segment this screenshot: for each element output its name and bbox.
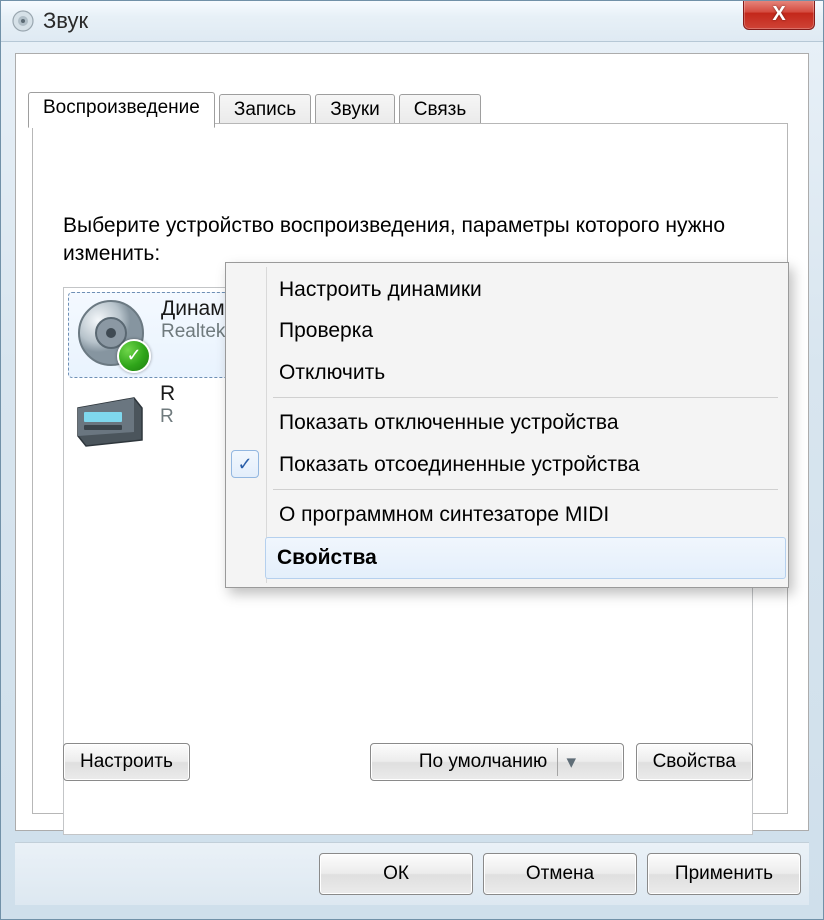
- tab-label: Звуки: [330, 99, 380, 120]
- button-label: Отмена: [526, 863, 594, 885]
- menu-separator: [273, 489, 778, 490]
- menu-label: Проверка: [279, 319, 373, 342]
- device-icon-speaker: ✓: [75, 297, 147, 369]
- sound-settings-window: Звук X Воспроизведение Запись Звуки Связ…: [0, 0, 824, 920]
- speaker-title-icon: [11, 9, 35, 33]
- menu-label: Показать отсоединенные устройства: [279, 453, 640, 476]
- instruction-text: Выберите устройство воспроизведения, пар…: [63, 212, 753, 269]
- tabstrip: Воспроизведение Запись Звуки Связь: [16, 54, 808, 127]
- menu-about-midi[interactable]: О программном синтезаторе MIDI: [267, 494, 784, 535]
- titlebar: Звук X: [1, 1, 823, 42]
- button-label: Настроить: [80, 751, 173, 773]
- tab-playback[interactable]: Воспроизведение: [28, 92, 215, 128]
- close-button[interactable]: X: [743, 0, 815, 30]
- menu-label: Показать отключенные устройства: [279, 411, 619, 434]
- menu-label: О программном синтезаторе MIDI: [279, 503, 609, 526]
- menu-label: Отключить: [279, 361, 385, 384]
- device-context-menu: Настроить динамики Проверка Отключить По…: [225, 262, 789, 588]
- tab-communications[interactable]: Связь: [399, 94, 482, 128]
- menu-disable[interactable]: Отключить: [267, 352, 784, 393]
- close-icon: X: [772, 3, 785, 26]
- button-label: ОК: [383, 863, 409, 885]
- window-title: Звук: [43, 8, 88, 34]
- menu-separator: [273, 397, 778, 398]
- cancel-button[interactable]: Отмена: [483, 853, 637, 895]
- tab-footer-buttons: Настроить По умолчанию ▾ Свойства: [63, 743, 753, 781]
- button-label: Применить: [675, 863, 773, 885]
- configure-button[interactable]: Настроить: [63, 743, 190, 781]
- apply-button[interactable]: Применить: [647, 853, 801, 895]
- properties-button[interactable]: Свойства: [636, 743, 753, 781]
- tab-recording[interactable]: Запись: [219, 94, 311, 128]
- default-device-check-icon: ✓: [117, 339, 151, 373]
- set-default-button[interactable]: По умолчанию ▾: [370, 743, 624, 781]
- menu-label: Свойства: [277, 546, 377, 569]
- ok-button[interactable]: ОК: [319, 853, 473, 895]
- tab-label: Запись: [234, 99, 296, 120]
- dialog-footer: ОК Отмена Применить: [15, 842, 809, 905]
- menu-label: Настроить динамики: [279, 278, 482, 301]
- button-label: Свойства: [653, 751, 736, 773]
- tab-sounds[interactable]: Звуки: [315, 94, 395, 128]
- dropdown-arrow-icon[interactable]: ▾: [557, 748, 584, 776]
- menu-show-disconnected[interactable]: ✓ Показать отсоединенные устройства: [267, 444, 784, 485]
- menu-test[interactable]: Проверка: [267, 310, 784, 351]
- device-icon-receiver: [74, 382, 146, 454]
- menu-properties[interactable]: Свойства: [265, 537, 786, 578]
- tab-label: Воспроизведение: [43, 97, 200, 118]
- menu-configure-speakers[interactable]: Настроить динамики: [267, 269, 784, 310]
- button-label: По умолчанию: [419, 751, 548, 773]
- check-icon: ✓: [231, 450, 259, 478]
- menu-show-disabled[interactable]: Показать отключенные устройства: [267, 402, 784, 443]
- tab-label: Связь: [414, 99, 467, 120]
